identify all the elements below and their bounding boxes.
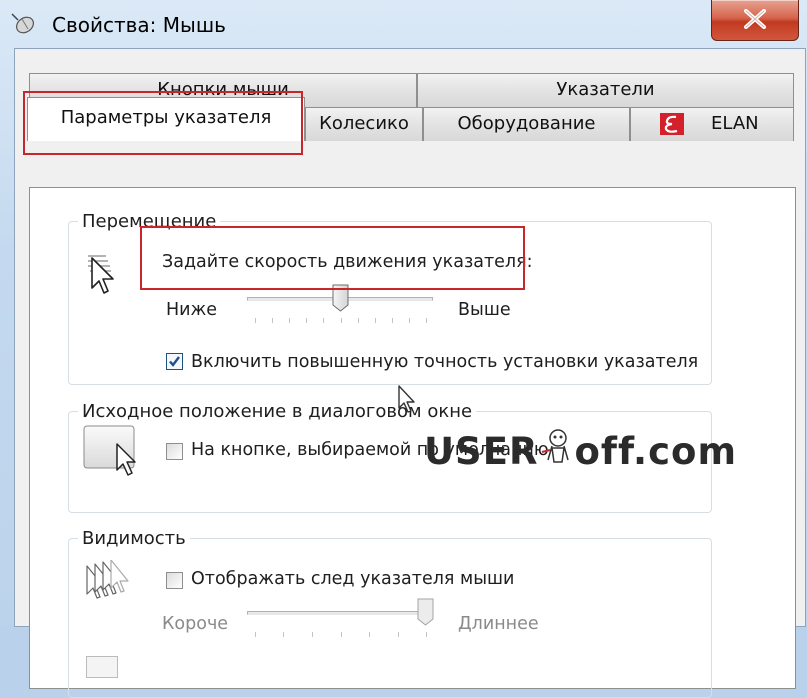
watermark-text-a: USER [424,430,539,473]
tab-label: Оборудование [457,113,596,134]
trails-slider-track[interactable] [247,611,433,615]
trails-label: Отображать след указателя мыши [191,569,515,589]
watermark: USER off.com [424,428,737,473]
watermark-mascot-icon [542,429,570,463]
window-frame: Свойства: Мышь Кнопки мыши Указатели Пар… [0,0,807,698]
tab-label: Колесико [319,113,409,134]
pointer-speed-icon [88,255,114,294]
tab-elan[interactable]: ELAN [630,107,794,141]
tab-wheel[interactable]: Колесико [305,107,423,141]
trails-long-label: Длиннее [458,614,539,634]
dialog-client: Кнопки мыши Указатели Параметры указател… [14,48,806,698]
speed-prompt: Задайте скорость движения указателя: [162,252,533,272]
pointer-trails-icon [86,560,129,599]
tab-hardware[interactable]: Оборудование [423,107,630,141]
checkmark-icon [169,356,180,367]
tab-label: Параметры указателя [60,107,272,128]
tab-label: Указатели [556,79,655,100]
speed-fast-label: Выше [458,300,511,320]
close-button[interactable] [711,0,799,41]
watermark-text-b: off.com [574,430,738,473]
motion-group-title: Перемещение [78,211,221,232]
precision-label: Включить повышенную точность установки у… [191,352,699,372]
mouse-cursor-icon [398,385,415,413]
trails-slider-ticks [255,632,427,638]
mouse-icon [11,13,34,34]
tab-pointer-options[interactable]: Параметры указателя [27,97,305,141]
visibility-group-title: Видимость [78,528,190,549]
snap-to-checkbox[interactable] [166,443,183,460]
tab-pointers[interactable]: Указатели [417,73,794,107]
speed-slider-thumb[interactable] [332,284,349,312]
next-option-icon [86,656,118,678]
precision-checkbox[interactable] [166,353,183,370]
close-icon [744,9,766,29]
trails-slider-thumb[interactable] [417,598,434,626]
speed-slow-label: Ниже [166,300,218,320]
snap-to-button-icon [83,425,136,476]
speed-slider-ticks [255,318,427,324]
window-title: Свойства: Мышь [52,13,226,37]
elan-logo-icon [660,113,684,135]
trails-short-label: Короче [162,614,229,634]
tab-label: ELAN [711,113,759,134]
trails-checkbox[interactable] [166,572,183,589]
